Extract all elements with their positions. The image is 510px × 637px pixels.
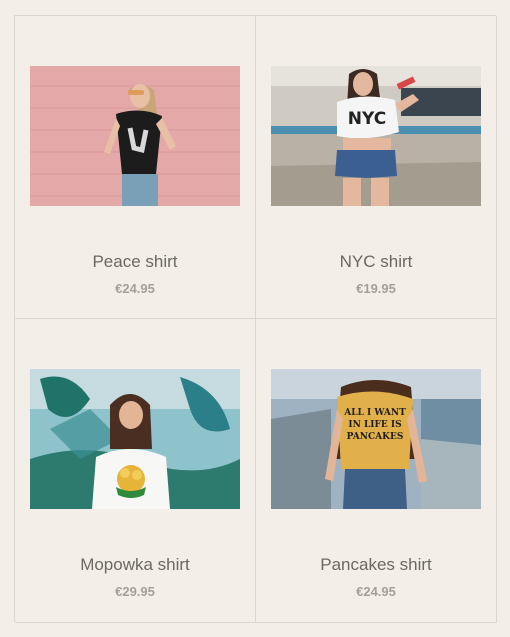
product-photo: NYC — [271, 66, 481, 206]
product-name[interactable]: Mopowka shirt — [15, 555, 255, 575]
product-price: €19.95 — [356, 281, 396, 296]
product-image[interactable] — [30, 66, 240, 206]
product-photo: ALL I WANT IN LIFE IS PANCAKES — [271, 369, 481, 509]
product-name[interactable]: NYC shirt — [256, 252, 496, 272]
product-photo — [30, 66, 240, 206]
product-card-mopowka-shirt[interactable]: Mopowka shirt €29.95 — [15, 319, 256, 623]
shirt-print-nyc: NYC — [348, 109, 386, 129]
product-image[interactable] — [30, 369, 240, 509]
product-price: €29.95 — [115, 584, 155, 599]
product-name[interactable]: Peace shirt — [15, 252, 255, 272]
product-grid: Peace shirt €24.95 NYC NYC shirt €19.95 … — [14, 15, 497, 623]
product-card-peace-shirt[interactable]: Peace shirt €24.95 — [15, 16, 256, 319]
shirt-print-pancakes-line3: PANCAKES — [347, 432, 404, 442]
product-name[interactable]: Pancakes shirt — [256, 555, 496, 575]
product-card-pancakes-shirt[interactable]: ALL I WANT IN LIFE IS PANCAKES Pancakes … — [256, 319, 497, 623]
product-price: €24.95 — [115, 281, 155, 296]
shirt-print-pancakes-line2: IN LIFE IS — [348, 420, 401, 430]
shirt-print-pancakes-line1: ALL I WANT — [343, 408, 406, 418]
product-image[interactable]: NYC — [271, 66, 481, 206]
product-price: €24.95 — [356, 584, 396, 599]
product-card-nyc-shirt[interactable]: NYC NYC shirt €19.95 — [256, 16, 497, 319]
product-photo — [30, 369, 240, 509]
product-image[interactable]: ALL I WANT IN LIFE IS PANCAKES — [271, 369, 481, 509]
